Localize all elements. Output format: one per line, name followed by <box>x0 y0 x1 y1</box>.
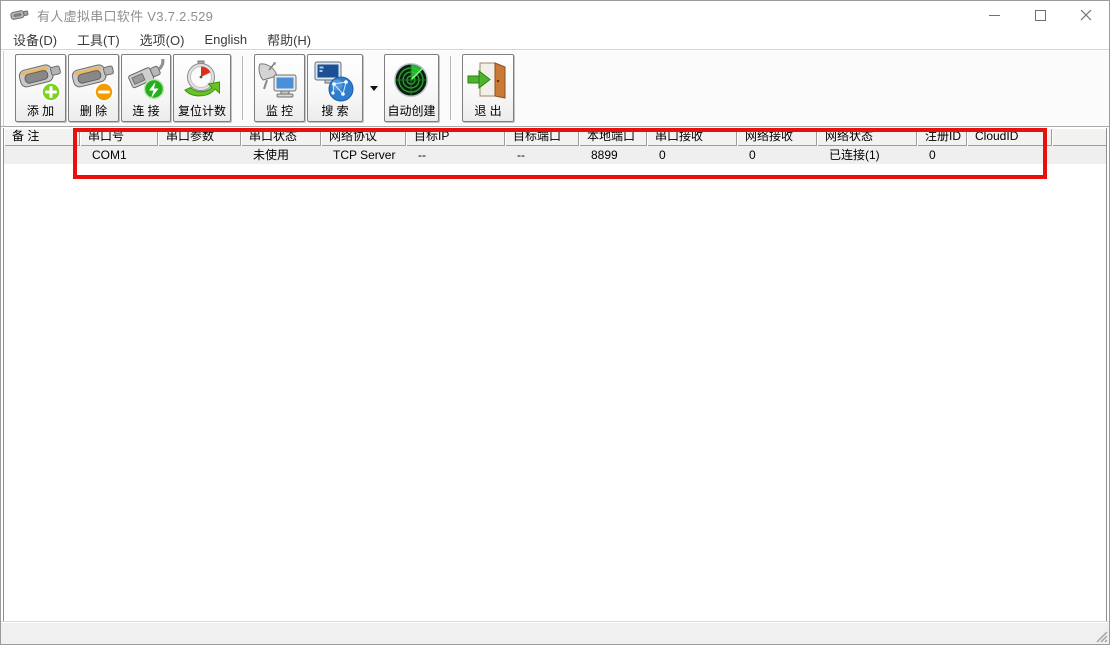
search-button[interactable]: 搜 索 <box>307 54 363 122</box>
column-header-net-received[interactable]: 网络接收 <box>737 128 817 146</box>
column-header-net-protocol[interactable]: 网络协议 <box>321 128 406 146</box>
title-bar: 有人虚拟串口软件 V3.7.2.529 <box>1 1 1109 29</box>
toolbar: 添 加 删 除 <box>1 49 1109 127</box>
delete-button-label: 删 除 <box>80 104 107 119</box>
column-header-target-port[interactable]: 目标端口 <box>505 128 579 146</box>
menu-english[interactable]: English <box>194 32 257 47</box>
minimize-icon <box>989 15 1000 16</box>
chevron-down-icon <box>370 86 378 91</box>
resize-grip-icon[interactable] <box>1094 629 1108 643</box>
cell-register-id: 0 <box>917 146 967 164</box>
search-button-label: 搜 索 <box>321 104 348 119</box>
column-header-serial-params[interactable]: 串口参数 <box>158 128 241 146</box>
exit-door-icon <box>465 59 511 104</box>
window-controls <box>971 1 1109 29</box>
app-window: 有人虚拟串口软件 V3.7.2.529 设备(D) 工具(T) 选项(O) En… <box>0 0 1110 645</box>
close-icon <box>1080 9 1092 21</box>
exit-button-label: 退 出 <box>474 104 501 119</box>
cell-remark <box>4 146 80 164</box>
column-header-remark[interactable]: 备 注 <box>4 128 80 146</box>
cell-serial-received: 0 <box>647 146 737 164</box>
reset-count-button[interactable]: 复位计数 <box>173 54 231 122</box>
list-empty-area <box>4 164 1106 621</box>
cell-target-ip: -- <box>406 146 505 164</box>
toolbar-separator <box>242 56 244 120</box>
auto-create-button[interactable]: 自动创建 <box>384 54 439 122</box>
search-dropdown-button[interactable] <box>365 54 382 122</box>
add-button-label: 添 加 <box>27 104 54 119</box>
table-header-row: 备 注 串口号 串口参数 串口状态 网络协议 目标IP 目标端口 本地端口 串口… <box>4 128 1106 146</box>
maximize-icon <box>1035 10 1046 21</box>
cell-serial-status: 未使用 <box>241 146 321 164</box>
monitor-button[interactable]: 监 控 <box>254 54 305 122</box>
connector-bolt-icon <box>124 59 170 104</box>
serial-connector-minus-icon <box>71 59 117 104</box>
connect-button-label: 连 接 <box>132 104 159 119</box>
column-header-filler <box>1052 128 1107 146</box>
close-button[interactable] <box>1063 1 1109 29</box>
menu-help[interactable]: 帮助(H) <box>257 30 321 49</box>
cell-net-status: 已连接(1) <box>817 146 917 164</box>
column-header-target-ip[interactable]: 目标IP <box>406 128 505 146</box>
maximize-button[interactable] <box>1017 1 1063 29</box>
delete-button[interactable]: 删 除 <box>68 54 119 122</box>
connect-button[interactable]: 连 接 <box>121 54 171 122</box>
monitor-button-label: 监 控 <box>266 104 293 119</box>
radar-icon <box>389 59 435 104</box>
toolbar-separator <box>450 56 452 120</box>
reset-count-button-label: 复位计数 <box>178 104 226 119</box>
window-title: 有人虚拟串口软件 V3.7.2.529 <box>37 6 213 25</box>
menu-options[interactable]: 选项(O) <box>130 30 195 49</box>
menu-tools[interactable]: 工具(T) <box>67 30 130 49</box>
table-row-com1[interactable]: COM1 未使用 TCP Server -- -- 8899 0 0 已连接(1… <box>4 146 1106 164</box>
network-search-icon <box>312 59 358 104</box>
add-button[interactable]: 添 加 <box>15 54 66 122</box>
status-bar <box>1 621 1109 644</box>
cell-target-port: -- <box>505 146 579 164</box>
column-header-local-port[interactable]: 本地端口 <box>579 128 647 146</box>
menu-device[interactable]: 设备(D) <box>3 30 67 49</box>
app-logo-serial-connector-icon <box>10 7 30 23</box>
cell-net-protocol: TCP Server <box>321 146 406 164</box>
exit-button[interactable]: 退 出 <box>462 54 514 122</box>
serial-connector-plus-icon <box>18 59 64 104</box>
cell-net-received: 0 <box>737 146 817 164</box>
minimize-button[interactable] <box>971 1 1017 29</box>
column-header-net-status[interactable]: 网络状态 <box>817 128 917 146</box>
auto-create-button-label: 自动创建 <box>387 104 435 119</box>
satellite-monitor-icon <box>257 59 303 104</box>
menu-bar: 设备(D) 工具(T) 选项(O) English 帮助(H) <box>1 29 1109 49</box>
cell-serial-params <box>158 146 241 164</box>
column-header-serial-status[interactable]: 串口状态 <box>241 128 321 146</box>
port-list-view: 备 注 串口号 串口参数 串口状态 网络协议 目标IP 目标端口 本地端口 串口… <box>3 128 1107 621</box>
stopwatch-reset-icon <box>179 59 225 104</box>
cell-filler <box>1052 146 1107 164</box>
column-header-register-id[interactable]: 注册ID <box>917 128 967 146</box>
column-header-com-port[interactable]: 串口号 <box>80 128 158 146</box>
cell-com-port: COM1 <box>80 146 158 164</box>
column-header-serial-received[interactable]: 串口接收 <box>647 128 737 146</box>
cell-local-port: 8899 <box>579 146 647 164</box>
column-header-cloud-id[interactable]: CloudID <box>967 128 1052 146</box>
cell-cloud-id <box>967 146 1052 164</box>
